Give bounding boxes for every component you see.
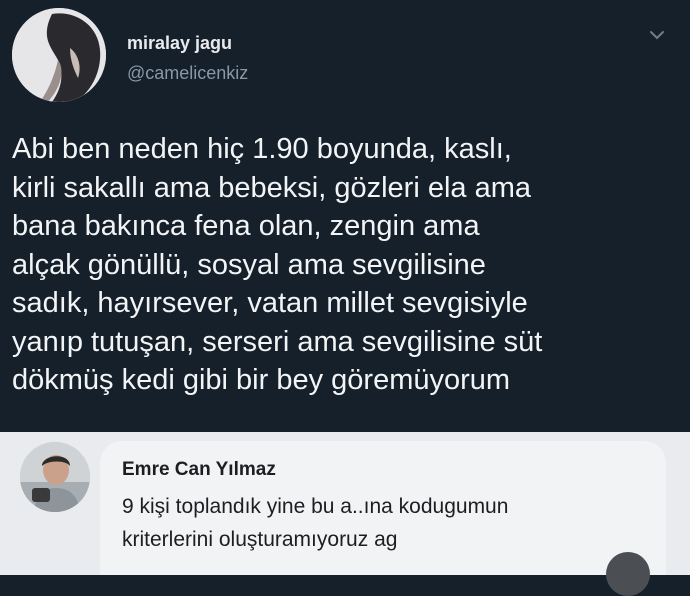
commenter-avatar[interactable] xyxy=(20,442,90,512)
tweet-card: miralay jagu @camelicenkiz Abi ben neden… xyxy=(0,0,690,432)
commenter-name[interactable]: Emre Can Yılmaz xyxy=(122,459,276,481)
comment-text: 9 kişi toplandık yine bu a..ına kodugumu… xyxy=(122,495,509,551)
display-name[interactable]: miralay jagu xyxy=(127,33,232,54)
user-avatar[interactable] xyxy=(12,8,106,102)
reaction-button[interactable] xyxy=(606,552,650,596)
tweet-text: Abi ben neden hiç 1.90 boyunda, kaslı, k… xyxy=(12,133,543,396)
avatar-photo xyxy=(12,8,106,102)
chevron-down-icon[interactable] xyxy=(646,24,668,46)
commenter-photo xyxy=(20,442,90,512)
user-handle[interactable]: @camelicenkiz xyxy=(127,63,248,84)
